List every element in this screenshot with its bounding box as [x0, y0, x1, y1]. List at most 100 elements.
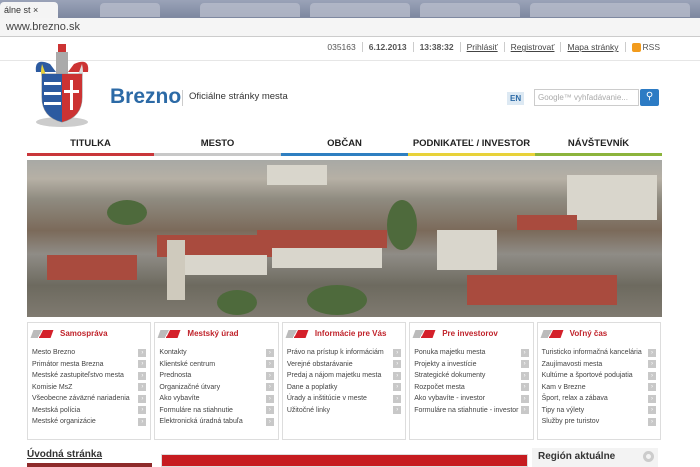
- list-item-label: Tipy na výlety: [541, 406, 585, 414]
- list-item[interactable]: Mestská polícia ›: [32, 405, 147, 417]
- site-brand[interactable]: Brezno: [110, 85, 181, 109]
- list-item[interactable]: Projekty a investície ›: [414, 359, 529, 371]
- arrow-right-icon[interactable]: ›: [393, 360, 402, 369]
- arrow-right-icon[interactable]: ›: [520, 406, 529, 415]
- language-switch-en[interactable]: EN: [507, 92, 525, 105]
- list-item-label: Rozpočet mesta: [414, 383, 465, 391]
- list-item[interactable]: Elektronická úradná tabuľa ›: [159, 416, 274, 428]
- arrow-right-icon[interactable]: ›: [520, 371, 529, 380]
- list-item[interactable]: Komisie MsZ ›: [32, 382, 147, 394]
- arrow-right-icon[interactable]: ›: [393, 348, 402, 357]
- list-item[interactable]: Ponuka majetku mesta ›: [414, 347, 529, 359]
- arrow-right-icon[interactable]: ›: [648, 417, 657, 426]
- arrow-right-icon[interactable]: ›: [138, 371, 147, 380]
- browser-tab[interactable]: [200, 3, 300, 17]
- arrow-right-icon[interactable]: ›: [265, 417, 274, 426]
- arrow-right-icon[interactable]: ›: [138, 406, 147, 415]
- search-input[interactable]: Google™ vyhľadávanie...: [534, 89, 639, 106]
- arrow-right-icon[interactable]: ›: [520, 394, 529, 403]
- arrow-right-icon[interactable]: ›: [648, 406, 657, 415]
- arrow-right-icon[interactable]: ›: [393, 394, 402, 403]
- list-item[interactable]: Ako vybavíte ›: [159, 393, 274, 405]
- arrow-right-icon[interactable]: ›: [648, 394, 657, 403]
- arrow-right-icon[interactable]: ›: [138, 360, 147, 369]
- list-item-label: Primátor mesta Brezna: [32, 360, 104, 368]
- list-item[interactable]: Primátor mesta Brezna ›: [32, 359, 147, 371]
- arrow-right-icon[interactable]: ›: [265, 371, 274, 380]
- list-item[interactable]: Úrady a inštitúcie v meste ›: [287, 393, 402, 405]
- list-item[interactable]: Všeobecne záväzné nariadenia ›: [32, 393, 147, 405]
- browser-tab[interactable]: [530, 3, 690, 17]
- list-item[interactable]: Verejné obstarávanie ›: [287, 359, 402, 371]
- list-item-label: Kontakty: [159, 349, 187, 357]
- arrow-right-icon[interactable]: ›: [138, 417, 147, 426]
- list-item-label: Organizačné útvary: [159, 383, 221, 391]
- list-item[interactable]: Strategické dokumenty ›: [414, 370, 529, 382]
- list-item[interactable]: Tipy na výlety ›: [541, 405, 657, 417]
- arrow-right-icon[interactable]: ›: [393, 406, 402, 415]
- list-item[interactable]: Užitočné linky ›: [287, 405, 402, 417]
- gear-icon[interactable]: [643, 451, 654, 462]
- browser-tab-active[interactable]: álne st ×: [0, 2, 58, 18]
- browser-tab[interactable]: [100, 3, 160, 17]
- intro-page-heading[interactable]: Úvodná stránka: [27, 449, 152, 460]
- arrow-right-icon[interactable]: ›: [265, 383, 274, 392]
- arrow-right-icon[interactable]: ›: [265, 406, 274, 415]
- list-item[interactable]: Organizačné útvary ›: [159, 382, 274, 394]
- list-item[interactable]: Právo na prístup k informáciám ›: [287, 347, 402, 359]
- arrow-right-icon[interactable]: ›: [520, 383, 529, 392]
- list-item[interactable]: Zaujímavosti mesta ›: [542, 359, 657, 371]
- browser-tab-strip: álne st ×: [0, 0, 700, 18]
- list-item[interactable]: Predaj a nájom majetku mesta ›: [287, 370, 402, 382]
- arrow-right-icon[interactable]: ›: [138, 348, 147, 357]
- list-item[interactable]: Kam v Brezne ›: [542, 382, 657, 394]
- nav-obcan[interactable]: OBČAN: [281, 133, 408, 156]
- address-bar[interactable]: www.brezno.sk: [0, 18, 700, 37]
- arrow-right-icon[interactable]: ›: [648, 371, 657, 380]
- arrow-right-icon[interactable]: ›: [520, 360, 529, 369]
- arrow-right-icon[interactable]: ›: [138, 394, 147, 403]
- login-link[interactable]: Prihlásiť: [467, 42, 498, 52]
- list-item[interactable]: Formuláre na stiahnutie ›: [159, 405, 274, 417]
- arrow-right-icon[interactable]: ›: [265, 360, 274, 369]
- arrow-right-icon[interactable]: ›: [648, 360, 657, 369]
- list-item[interactable]: Prednosta ›: [159, 370, 274, 382]
- arrow-right-icon[interactable]: ›: [265, 348, 274, 357]
- arrow-right-icon[interactable]: ›: [138, 383, 147, 392]
- nav-mesto[interactable]: MESTO: [154, 133, 281, 156]
- coat-of-arms-logo[interactable]: [30, 42, 94, 128]
- arrow-right-icon[interactable]: ›: [265, 394, 274, 403]
- banner-image[interactable]: [161, 454, 528, 467]
- list-item[interactable]: Klientské centrum ›: [159, 359, 274, 371]
- list-item[interactable]: Rozpočet mesta ›: [414, 382, 529, 394]
- list-item[interactable]: Mestské zastupiteľstvo mesta ›: [32, 370, 147, 382]
- tab-close-icon[interactable]: ×: [33, 5, 38, 15]
- list-item[interactable]: Mestské organizácie ›: [32, 416, 147, 428]
- search-button[interactable]: ⚲: [640, 89, 659, 106]
- rss-link[interactable]: RSS: [631, 42, 660, 53]
- nav-navstevnik[interactable]: NÁVŠTEVNÍK: [535, 133, 662, 156]
- list-item[interactable]: Šport, relax a zábava ›: [542, 393, 657, 405]
- flag-icon: [30, 329, 54, 338]
- arrow-right-icon[interactable]: ›: [393, 383, 402, 392]
- browser-tab[interactable]: [310, 3, 410, 17]
- register-link[interactable]: Registrovať: [511, 42, 555, 52]
- list-item[interactable]: Formuláre na stiahnutie - investor ›: [414, 405, 529, 417]
- arrow-right-icon[interactable]: ›: [520, 348, 529, 357]
- list-item-label: Komisie MsZ: [32, 383, 73, 391]
- list-item[interactable]: Mesto Brezno ›: [32, 347, 147, 359]
- arrow-right-icon[interactable]: ›: [648, 383, 657, 392]
- list-item[interactable]: Kontakty ›: [159, 347, 274, 359]
- arrow-right-icon[interactable]: ›: [648, 348, 657, 357]
- list-item-label: Všeobecne záväzné nariadenia: [32, 395, 130, 403]
- arrow-right-icon[interactable]: ›: [393, 371, 402, 380]
- sitemap-link[interactable]: Mapa stránky: [567, 42, 618, 52]
- list-item[interactable]: Ako vybavíte - investor ›: [414, 393, 529, 405]
- browser-tab[interactable]: [420, 3, 520, 17]
- list-item[interactable]: Dane a poplatky ›: [287, 382, 402, 394]
- list-item[interactable]: Kultúrne a športové podujatia ›: [542, 370, 657, 382]
- list-item[interactable]: Služby pre turistov ›: [542, 416, 657, 428]
- nav-podnikatel-investor[interactable]: PODNIKATEĽ / INVESTOR: [408, 133, 535, 156]
- nav-titulka[interactable]: TITULKA: [27, 133, 154, 156]
- list-item[interactable]: Turisticko informačná kancelária ›: [542, 347, 657, 359]
